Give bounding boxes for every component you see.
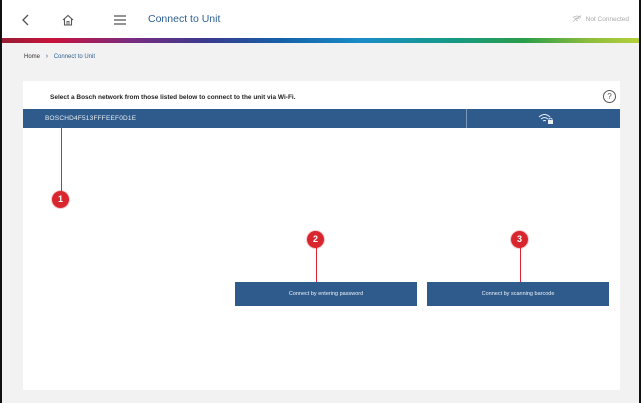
column-divider: [466, 109, 467, 128]
connect-barcode-button[interactable]: Connect by scanning barcode: [427, 282, 609, 306]
callout-line-3: [520, 247, 521, 282]
page-title: Connect to Unit: [148, 13, 221, 25]
breadcrumb-home[interactable]: Home: [24, 54, 40, 60]
help-icon[interactable]: ?: [603, 90, 616, 103]
breadcrumb: Home › Connect to Unit: [24, 53, 95, 60]
chevron-left-icon[interactable]: [18, 12, 34, 28]
menu-icon[interactable]: [112, 12, 128, 28]
chevron-right-icon: ›: [45, 53, 49, 60]
breadcrumb-current: Connect to Unit: [53, 54, 96, 60]
wifi-lock-icon: [538, 112, 554, 124]
callout-line-1: [61, 125, 62, 194]
connect-password-button[interactable]: Connect by entering password: [235, 282, 417, 306]
callout-line-2: [316, 247, 317, 282]
home-icon[interactable]: [60, 12, 76, 28]
callout-badge-3: 3: [511, 231, 528, 248]
callout-badge-2: 2: [307, 231, 324, 248]
top-bar: Connect to Unit Not Connected: [2, 0, 639, 38]
callout-badge-1: 1: [52, 191, 69, 208]
network-prompt: Select a Bosch network from those listed…: [50, 94, 296, 101]
connection-status-text: Not Connected: [585, 16, 629, 23]
main-content: Home › Connect to Unit Select a Bosch ne…: [2, 43, 639, 403]
connection-status: Not Connected: [572, 15, 629, 23]
wifi-off-icon: [572, 15, 582, 22]
network-row[interactable]: BOSCHD4F513FFFEEF0D1E: [23, 109, 620, 128]
network-ssid: BOSCHD4F513FFFEEF0D1E: [45, 115, 137, 122]
